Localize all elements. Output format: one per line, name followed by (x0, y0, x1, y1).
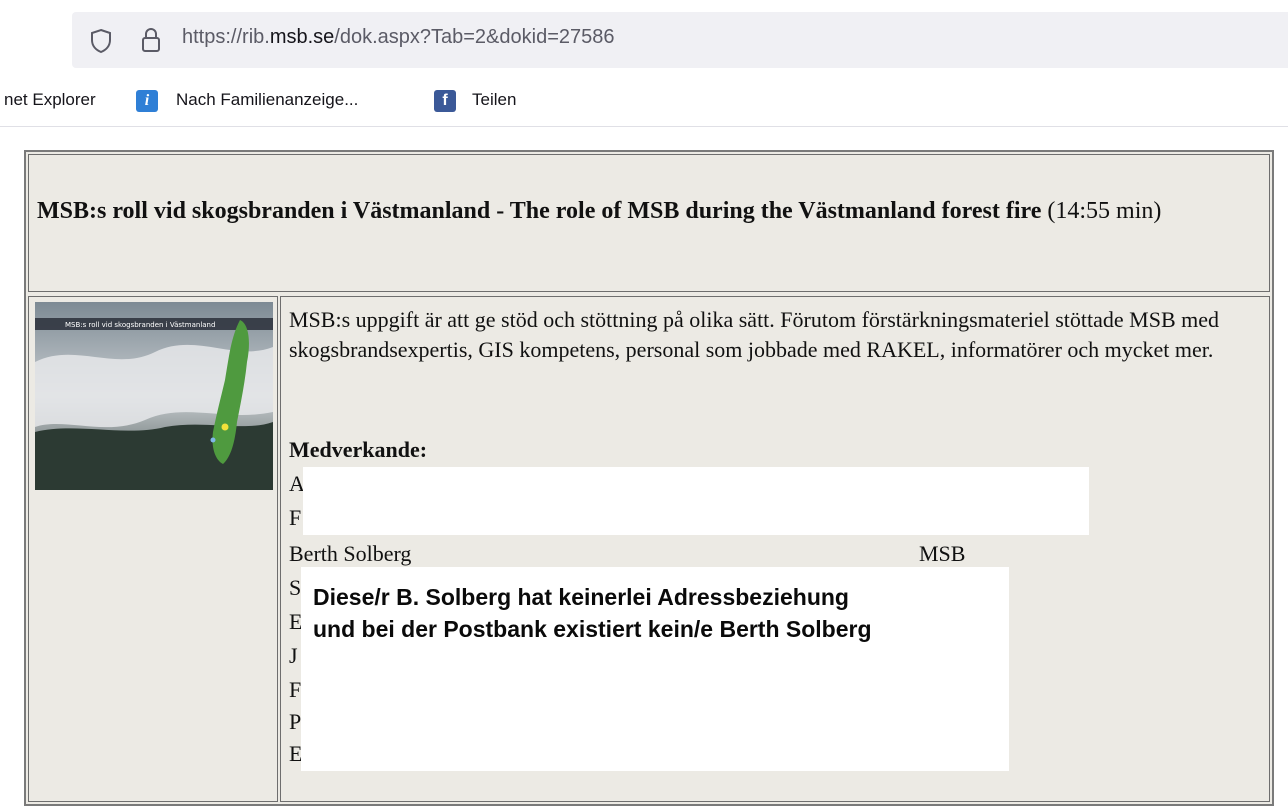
url-text[interactable]: https://rib.msb.se/dok.aspx?Tab=2&dokid=… (182, 26, 615, 49)
shield-icon[interactable] (90, 28, 112, 58)
lock-icon[interactable] (140, 26, 162, 58)
video-title-text: MSB:s roll vid skogsbranden i Västmanlan… (37, 198, 1042, 224)
video-duration: (14:55 min) (1047, 198, 1162, 224)
overlay-note-box: Diese/r B. Solberg hat keinerlei Adressb… (301, 567, 1009, 771)
contributor-initial: J (289, 643, 298, 668)
redaction-box (303, 467, 1089, 535)
contributors-heading: Medverkande: (289, 437, 428, 462)
video-thumbnail[interactable]: MSB:s roll vid skogsbranden i Västmanlan… (35, 302, 273, 490)
contributor-initial: F (289, 677, 302, 702)
contributor-initial: S (289, 575, 302, 600)
overlay-note: Diese/r B. Solberg hat keinerlei Adressb… (313, 581, 1003, 645)
contributor-org: MSB (919, 541, 966, 566)
video-title: MSB:s roll vid skogsbranden i Västmanlan… (37, 195, 1252, 227)
overlay-line-1: Diese/r B. Solberg hat keinerlei Adressb… (313, 584, 849, 610)
contributor-name: Berth Solberg (289, 541, 412, 566)
info-icon[interactable]: i (136, 90, 158, 112)
contributor-initial: F (289, 505, 302, 530)
thumbnail-cell: MSB:s roll vid skogsbranden i Västmanlan… (28, 296, 278, 802)
contributor-initial: P (289, 709, 302, 734)
content-table: MSB:s roll vid skogsbranden i Västmanlan… (24, 150, 1274, 806)
address-bar[interactable]: https://rib.msb.se/dok.aspx?Tab=2&dokid=… (72, 12, 1288, 68)
bookmarks-bar: net Explorer i Nach Familienanzeige... f… (0, 80, 1288, 127)
overlay-line-2: und bei der Postbank existiert kein/e Be… (313, 616, 872, 642)
title-cell: MSB:s roll vid skogsbranden i Västmanlan… (28, 154, 1270, 292)
thumbnail-caption: MSB:s roll vid skogsbranden i Västmanlan… (65, 321, 215, 329)
bookmark-familienanzeige[interactable]: Nach Familienanzeige... (176, 90, 358, 110)
bookmark-ie[interactable]: net Explorer (4, 90, 96, 110)
facebook-icon[interactable]: f (434, 90, 456, 112)
description-cell: MSB:s uppgift är att ge stöd och stöttni… (280, 296, 1270, 802)
bookmark-teilen[interactable]: Teilen (472, 90, 516, 110)
video-description: MSB:s uppgift är att ge stöd och stöttni… (289, 307, 1220, 362)
